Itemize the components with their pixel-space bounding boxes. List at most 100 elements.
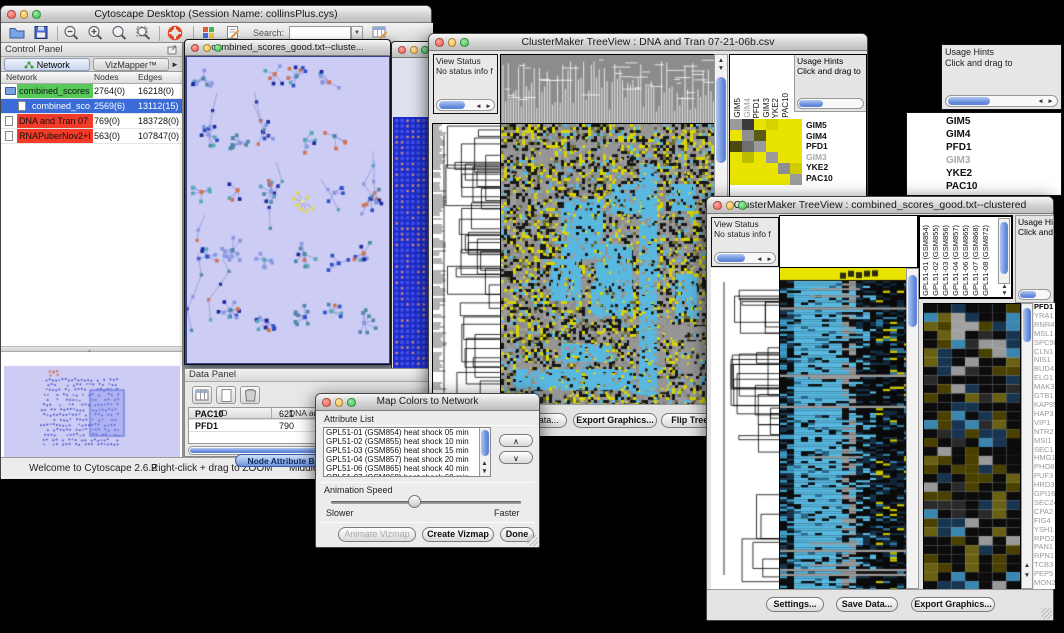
matrix-cell[interactable] — [778, 130, 790, 141]
gene-label[interactable]: GIM4 — [946, 128, 978, 141]
speed-slider-track[interactable] — [331, 501, 521, 504]
close-icon[interactable] — [7, 10, 16, 19]
dialog-title-bar[interactable]: Map Colors to Network — [316, 394, 539, 411]
matrix-cell[interactable] — [790, 174, 802, 185]
matrix-cell[interactable] — [778, 163, 790, 174]
gene-label[interactable]: MSL1 — [1034, 330, 1055, 339]
matrix-cell[interactable] — [778, 174, 790, 185]
gene-label[interactable]: RPN1 — [1034, 552, 1055, 561]
gene-label[interactable]: MAK31 — [1034, 383, 1055, 392]
attribute-item[interactable]: GPL51-06 (GSM865) heat shock 40 min — [324, 464, 490, 473]
gene-label[interactable]: SPC98 — [1034, 339, 1055, 348]
treeview1-title-bar[interactable]: ClusterMaker TreeView : DNA and Tran 07-… — [429, 34, 867, 51]
gene-label[interactable]: GIM3 — [806, 152, 864, 163]
matrix-cell[interactable] — [730, 141, 742, 152]
gene-label[interactable]: NTR2 — [1034, 428, 1055, 437]
gene-label[interactable]: PAN1 — [1034, 543, 1055, 552]
matrix-cell[interactable] — [754, 152, 766, 163]
gene-label[interactable]: PFD1 — [1034, 303, 1055, 312]
gene-label[interactable]: PUF3 — [1034, 472, 1055, 481]
resize-grip[interactable] — [1041, 608, 1052, 619]
scrollbar-thumb[interactable] — [481, 430, 489, 456]
gene-label[interactable]: GPI16 — [1034, 490, 1055, 499]
treeview2-title-bar[interactable]: ClusterMaker TreeView : combined_scores_… — [707, 197, 1053, 214]
row-dendrogram-canvas[interactable] — [432, 123, 501, 406]
attribute-list[interactable]: GPL51-01 (GSM854) heat shock 05 min GPL51… — [323, 427, 491, 477]
arrow-right-icon[interactable]: ► — [484, 103, 493, 110]
matrix-cell[interactable] — [790, 119, 802, 130]
network-view-2-title-bar[interactable] — [392, 42, 431, 58]
zoom-window-icon[interactable] — [460, 38, 469, 47]
settings-button[interactable]: Settings... — [766, 597, 824, 612]
gene-label[interactable]: YKE2 — [806, 162, 864, 173]
zoom-heatmap-canvas[interactable] — [923, 303, 1021, 591]
minimize-icon[interactable] — [203, 44, 211, 52]
heatmap-canvas[interactable] — [779, 268, 907, 589]
matrix-cell[interactable] — [742, 119, 754, 130]
speed-slider-thumb[interactable] — [408, 495, 421, 508]
gene-label[interactable]: HAP3 — [1034, 410, 1055, 419]
matrix-cell[interactable] — [778, 152, 790, 163]
animate-vizmap-button[interactable]: Animate Vizmap — [338, 527, 416, 542]
gene-label[interactable]: GIM4 — [806, 131, 864, 142]
arrow-left-icon[interactable]: ◄ — [1036, 98, 1045, 105]
save-icon[interactable] — [33, 25, 50, 45]
matrix-cell[interactable] — [766, 141, 778, 152]
export-graphics-button[interactable]: Export Graphics... — [911, 597, 995, 612]
matrix-cell[interactable] — [778, 119, 790, 130]
attribute-item[interactable]: GPL51-04 (GSM857) heat shock 20 min — [324, 455, 490, 464]
attribute-item[interactable]: GPL51-07 (GSM868) heat shock 60 min — [324, 473, 490, 477]
scrollbar-thumb[interactable] — [948, 97, 990, 105]
gene-label[interactable]: PFD1 — [806, 141, 864, 152]
zoom-window-icon[interactable] — [32, 10, 41, 19]
matrix-cell[interactable] — [754, 174, 766, 185]
matrix-cell[interactable] — [730, 174, 742, 185]
search-input[interactable] — [289, 26, 351, 40]
matrix-cell[interactable] — [754, 141, 766, 152]
arrow-down-icon[interactable]: ▼ — [1000, 290, 1009, 297]
matrix-cell[interactable] — [766, 130, 778, 141]
matrix-cell[interactable] — [730, 130, 742, 141]
arrow-right-icon[interactable]: ► — [765, 256, 774, 263]
matrix-cell[interactable] — [766, 119, 778, 130]
matrix-cell[interactable] — [790, 163, 802, 174]
arrow-up-icon[interactable]: ▲ — [480, 460, 489, 467]
gene-label[interactable]: GIM5 — [806, 120, 864, 131]
close-icon[interactable] — [398, 46, 406, 54]
network-canvas[interactable] — [187, 57, 389, 363]
open-file-icon[interactable] — [9, 25, 26, 45]
heatmap-vscrollbar[interactable] — [906, 268, 919, 589]
gene-label[interactable]: GIM5 — [946, 115, 978, 128]
matrix-cell[interactable] — [790, 152, 802, 163]
gene-label[interactable]: MON2 — [1034, 579, 1055, 588]
gene-label[interactable]: GTB1 — [1034, 392, 1055, 401]
matrix-cell[interactable] — [730, 152, 742, 163]
scrollbar-horizontal[interactable]: ◄ ► — [436, 99, 495, 111]
column-dendrogram-canvas[interactable] — [500, 54, 715, 124]
gene-label[interactable]: YKE2 — [946, 167, 978, 180]
gene-label[interactable]: NIS1 — [1034, 356, 1055, 365]
matrix-cell[interactable] — [754, 130, 766, 141]
matrix-cell[interactable] — [742, 174, 754, 185]
gene-label[interactable]: CLN1 — [1034, 348, 1055, 357]
scrollbar-thumb[interactable] — [1023, 308, 1031, 342]
network-row[interactable]: combined_sco2569(6)13112(15) — [1, 99, 182, 114]
matrix-cell[interactable] — [742, 141, 754, 152]
gene-label[interactable]: CPA2 — [1034, 508, 1055, 517]
tab-vizmapper[interactable]: VizMapper™ — [93, 58, 169, 71]
gene-label[interactable]: PAC10 — [806, 173, 864, 184]
matrix-cell[interactable] — [730, 163, 742, 174]
attribute-item[interactable]: GPL51-01 (GSM854) heat shock 05 min — [324, 428, 490, 437]
gene-label[interactable]: VIP1 — [1034, 419, 1055, 428]
gene-label[interactable]: SEC1 — [1034, 446, 1055, 455]
matrix-cell[interactable] — [754, 119, 766, 130]
minimize-icon[interactable] — [20, 10, 29, 19]
new-attribute-icon[interactable] — [216, 386, 236, 404]
gene-label[interactable]: FIG4 — [1034, 517, 1055, 526]
col-header-network[interactable]: Network — [6, 72, 37, 83]
network-row[interactable]: DNA and Tran 07769(0)183728(0) — [1, 114, 182, 129]
gene-label[interactable]: PAC10 — [946, 180, 978, 193]
matrix-cell[interactable] — [754, 163, 766, 174]
row-dendrogram-canvas[interactable] — [711, 268, 779, 589]
network-row[interactable]: combined_scores2764(0)16218(0) — [1, 84, 182, 99]
